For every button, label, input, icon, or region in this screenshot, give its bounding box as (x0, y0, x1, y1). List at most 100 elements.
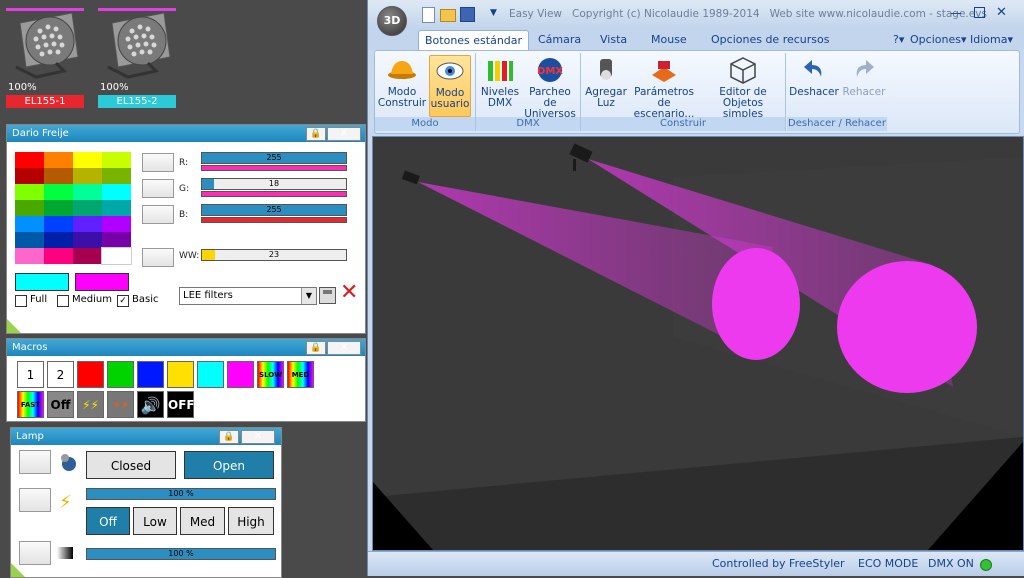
palette-swatch[interactable] (15, 184, 44, 200)
resize-grip-icon[interactable] (11, 563, 25, 577)
parametros-escenario-button[interactable]: Parámetros de escenario... (629, 55, 699, 120)
agregar-luz-button[interactable]: Agregar Luz (585, 55, 627, 115)
strobe-med-button[interactable]: Med (180, 507, 225, 535)
macro-red-button[interactable] (77, 361, 104, 388)
strobe-intensity-slider[interactable]: 100 % (86, 488, 276, 500)
strobe-channel-button[interactable] (19, 488, 51, 512)
full-checkbox[interactable] (15, 295, 27, 307)
green-channel-button[interactable] (142, 179, 174, 198)
palette-swatch[interactable] (15, 152, 44, 168)
macro-yellow-button[interactable] (167, 361, 194, 388)
macro-magenta-button[interactable] (227, 361, 254, 388)
fixture-el155-1[interactable]: 100% EL155-1 (6, 8, 84, 108)
modo-usuario-button[interactable]: Modo usuario (429, 55, 471, 117)
save-icon[interactable] (319, 287, 336, 304)
medium-checkbox[interactable] (57, 295, 69, 307)
palette-swatch[interactable] (73, 184, 102, 200)
ww-slider[interactable]: 23 (201, 249, 347, 261)
palette-swatch[interactable] (44, 184, 73, 200)
quick-access-dropdown-icon[interactable]: ▼ (490, 8, 497, 18)
open-button[interactable]: Open (184, 451, 274, 479)
maximize-button[interactable] (974, 7, 985, 18)
palette-swatch[interactable] (15, 168, 44, 184)
macro-slow-button[interactable]: SLOW (257, 361, 284, 388)
palette-swatch[interactable] (102, 216, 131, 232)
current-color-magenta[interactable] (75, 273, 129, 291)
lock-icon[interactable]: 🔒 (306, 341, 326, 355)
green-slider[interactable]: 18 (201, 178, 347, 190)
fixture-el155-2[interactable]: 100% EL155-2 (98, 8, 176, 108)
strobe-low-button[interactable]: Low (133, 507, 177, 535)
macro-green-button[interactable] (107, 361, 134, 388)
shutter-button[interactable] (19, 450, 51, 474)
dimmer-slider[interactable]: 100 % (86, 548, 276, 560)
palette-swatch[interactable] (73, 152, 102, 168)
palette-swatch[interactable] (44, 152, 73, 168)
palette-swatch[interactable] (73, 216, 102, 232)
macro-cyan-button[interactable] (197, 361, 224, 388)
app-orb-button[interactable]: 3D (377, 6, 407, 36)
blue-slider[interactable]: 255 (201, 204, 347, 216)
dimmer-channel-button[interactable] (19, 541, 51, 565)
palette-swatch[interactable] (73, 248, 102, 264)
palette-swatch[interactable] (73, 232, 102, 248)
modo-construir-button[interactable]: Modo Construir (377, 55, 427, 115)
close-button[interactable]: ✕ (327, 127, 361, 141)
palette-swatch[interactable] (44, 200, 73, 216)
palette-swatch[interactable] (101, 247, 132, 265)
macro-med-button[interactable]: MED (287, 361, 314, 388)
palette-swatch[interactable] (102, 200, 131, 216)
blackout-off-button[interactable]: OFF (167, 391, 195, 418)
palette-swatch[interactable] (15, 200, 44, 216)
palette-swatch[interactable] (102, 184, 131, 200)
close-button[interactable]: ✕ (241, 430, 275, 444)
palette-swatch[interactable] (44, 232, 73, 248)
closed-button[interactable]: Closed (86, 451, 176, 479)
tab-opciones-de-recursos[interactable]: Opciones de recursos (705, 30, 835, 50)
palette-swatch[interactable] (44, 168, 73, 184)
macro-off-button[interactable]: Off (47, 391, 74, 418)
minimize-button[interactable]: — (950, 6, 962, 20)
save-file-icon[interactable] (460, 7, 475, 22)
lock-icon[interactable]: 🔒 (306, 127, 326, 141)
resize-grip-icon[interactable] (7, 319, 21, 333)
red-slider[interactable]: 255 (201, 152, 347, 164)
gel-filter-select[interactable]: LEE filters ▼ (179, 287, 317, 305)
ww-channel-button[interactable] (142, 248, 174, 267)
palette-swatch[interactable] (44, 248, 73, 264)
palette-swatch[interactable] (15, 216, 44, 232)
macro-1-button[interactable]: 1 (17, 361, 44, 388)
delete-icon[interactable]: ✕ (340, 282, 358, 304)
current-color-cyan[interactable] (15, 273, 69, 291)
niveles-dmx-button[interactable]: Niveles DMX (480, 55, 520, 115)
strobe-icon[interactable]: ⚡⚡ (77, 391, 104, 418)
close-button[interactable]: ✕ (327, 341, 361, 355)
strobe-fast-icon[interactable]: ⚡⚡ (107, 391, 134, 418)
open-folder-icon[interactable] (440, 9, 456, 22)
palette-swatch[interactable] (15, 248, 44, 264)
editor-objetos-button[interactable]: Editor de Objetos simples (703, 55, 783, 120)
strobe-high-button[interactable]: High (228, 507, 274, 535)
3d-viewport[interactable] (372, 136, 1024, 551)
tab-mouse[interactable]: Mouse (645, 30, 693, 50)
macro-2-button[interactable]: 2 (47, 361, 74, 388)
strobe-off-button[interactable]: Off (86, 507, 130, 535)
rehacer-button[interactable]: Rehacer (841, 55, 887, 115)
palette-swatch[interactable] (15, 232, 44, 248)
deshacer-button[interactable]: Deshacer (789, 55, 839, 115)
basic-checkbox[interactable]: ✓ (117, 295, 129, 307)
parcheo-universos-button[interactable]: DMX Parcheo de Universos (522, 55, 578, 120)
sound-icon[interactable]: 🔊 (137, 391, 164, 418)
palette-swatch[interactable] (73, 200, 102, 216)
macro-blue-button[interactable] (137, 361, 164, 388)
tab-botones-estandar[interactable]: Botones estándar (418, 30, 530, 51)
palette-swatch[interactable] (102, 152, 131, 168)
tab-vista[interactable]: Vista (594, 30, 633, 50)
new-file-icon[interactable] (422, 7, 435, 23)
palette-swatch[interactable] (44, 216, 73, 232)
lock-icon[interactable]: 🔒 (219, 430, 239, 444)
blue-channel-button[interactable] (142, 205, 174, 224)
red-channel-button[interactable] (142, 153, 174, 172)
palette-swatch[interactable] (73, 168, 102, 184)
palette-swatch[interactable] (102, 168, 131, 184)
